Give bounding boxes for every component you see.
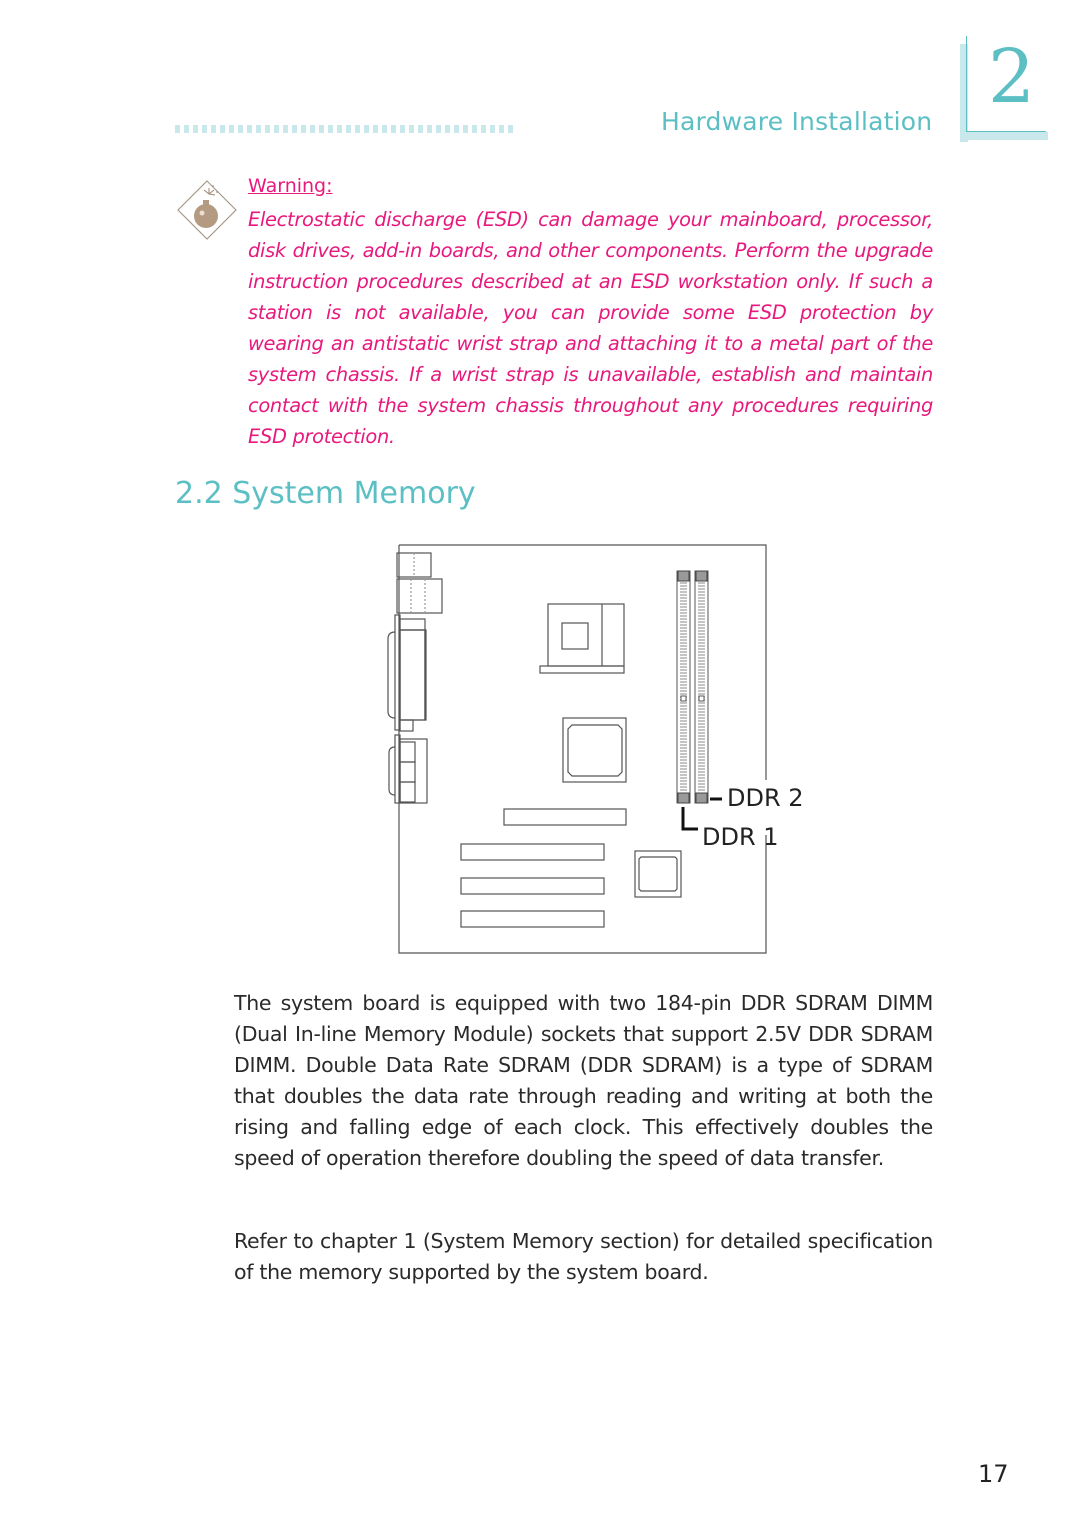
header-dot <box>445 125 450 133</box>
dimm-slot-ddr1 <box>676 570 691 804</box>
pci-slot-3 <box>460 910 605 928</box>
header-dot <box>481 125 486 133</box>
header-section-label: Hardware Installation <box>661 107 933 136</box>
motherboard-layout-svg: DDR 2 DDR 1 <box>387 544 804 954</box>
header-dot <box>184 125 189 133</box>
pci-slot-1 <box>460 843 605 861</box>
header-dot <box>472 125 477 133</box>
agp-slot <box>503 808 627 826</box>
header-dot <box>490 125 495 133</box>
header-dot <box>193 125 198 133</box>
southbridge-chip <box>634 850 682 898</box>
chapter-badge-shadow <box>960 132 1048 140</box>
header-dot <box>328 125 333 133</box>
chapter-badge-line <box>966 131 1046 132</box>
header-dot <box>247 125 252 133</box>
header-dot <box>409 125 414 133</box>
header-dot <box>220 125 225 133</box>
motherboard-diagram: DDR 2 DDR 1 <box>380 535 840 965</box>
body-paragraph: Refer to chapter 1 (System Memory sectio… <box>234 1229 933 1284</box>
header-dot <box>301 125 306 133</box>
chapter-badge: 2 <box>958 34 1048 142</box>
header-dot <box>274 125 279 133</box>
usb-port <box>396 578 443 614</box>
header-dot <box>373 125 378 133</box>
header-dot <box>427 125 432 133</box>
northbridge-chip <box>562 717 627 783</box>
ddr2-label: DDR 2 <box>727 784 804 812</box>
header-dot <box>508 125 513 133</box>
header-dot <box>463 125 468 133</box>
warning-title: Warning: <box>248 175 333 197</box>
header-dot <box>256 125 261 133</box>
header-dotted-rule <box>175 125 513 133</box>
header-dot <box>364 125 369 133</box>
board-outline <box>398 544 767 954</box>
dimm-slots <box>676 570 709 804</box>
header-dot <box>229 125 234 133</box>
ddr1-label: DDR 1 <box>702 823 779 851</box>
header-dot <box>391 125 396 133</box>
header-dot <box>454 125 459 133</box>
body-paragraph: The system board is equipped with two 18… <box>234 991 933 1170</box>
header-dot <box>382 125 387 133</box>
chapter-badge-line <box>966 36 967 132</box>
cpu-socket <box>547 603 625 667</box>
header-dot <box>283 125 288 133</box>
header-dot <box>346 125 351 133</box>
header-dot <box>337 125 342 133</box>
header-dot <box>319 125 324 133</box>
header-dot <box>265 125 270 133</box>
pci-slot-2 <box>460 877 605 895</box>
header-dot <box>175 125 180 133</box>
header-dot <box>499 125 504 133</box>
header-dot <box>436 125 441 133</box>
dimm-slot-ddr2 <box>694 570 709 804</box>
page-number: 17 <box>978 1460 1009 1488</box>
header-dot <box>355 125 360 133</box>
ddr1-leader <box>681 807 698 831</box>
section-title: 2.2 System Memory <box>175 476 476 511</box>
bomb-icon <box>177 180 237 240</box>
header-dot <box>418 125 423 133</box>
header-dot <box>202 125 207 133</box>
header-dot <box>292 125 297 133</box>
warning-text: Electrostatic discharge (ESD) can damage… <box>248 208 933 448</box>
header-dot <box>310 125 315 133</box>
header-dot <box>400 125 405 133</box>
header-dot <box>238 125 243 133</box>
chapter-number: 2 <box>988 34 1036 120</box>
header-dot <box>211 125 216 133</box>
